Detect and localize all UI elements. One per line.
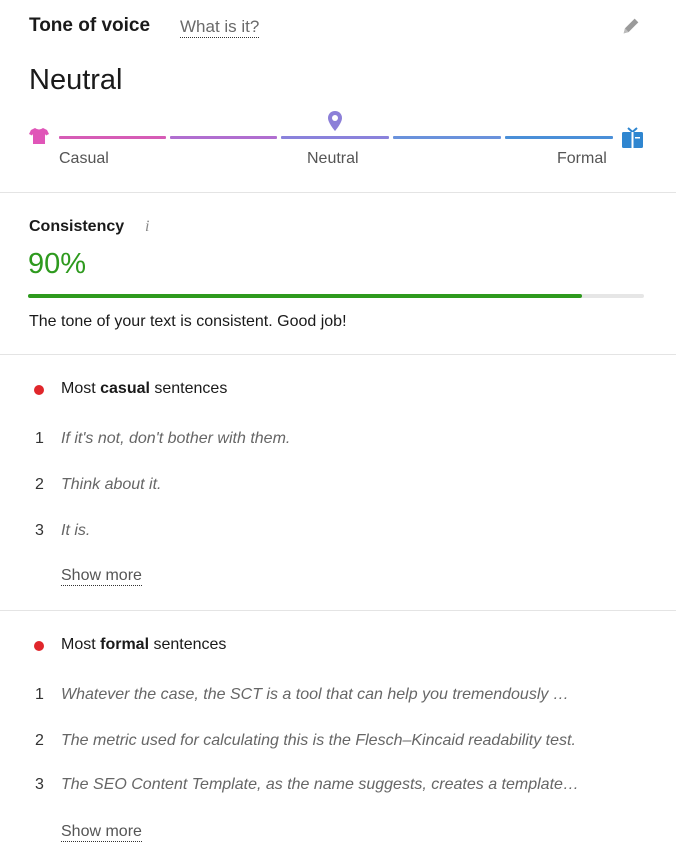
scale-segment-3: [281, 136, 389, 139]
casual-sentence[interactable]: It is.: [61, 522, 90, 540]
divider: [0, 354, 676, 355]
formal-indicator-dot: [34, 641, 44, 651]
scale-label-neutral: Neutral: [307, 150, 359, 167]
casual-sentence[interactable]: Think about it.: [61, 476, 162, 494]
consistency-progress-fill: [28, 294, 583, 298]
divider: [0, 610, 676, 611]
formal-item-number: 2: [35, 732, 44, 749]
pencil-icon[interactable]: [620, 15, 642, 37]
casual-indicator-dot: [34, 385, 44, 395]
consistency-message: The tone of your text is consistent. Goo…: [29, 313, 347, 330]
divider: [0, 192, 676, 193]
formal-item-number: 3: [35, 776, 44, 793]
location-pin-icon: [328, 111, 342, 131]
scale-segment-2: [170, 136, 277, 139]
what-is-it-link[interactable]: What is it?: [180, 17, 260, 38]
info-icon[interactable]: i: [145, 218, 149, 236]
formal-sentence[interactable]: The SEO Content Template, as the name su…: [61, 776, 579, 794]
casual-sentence[interactable]: If it's not, don't bother with them.: [61, 430, 290, 448]
casual-heading: Most casual sentences: [61, 380, 228, 397]
formal-sentence[interactable]: Whatever the case, the SCT is a tool tha…: [61, 686, 569, 704]
scale-segment-5: [505, 136, 613, 139]
casual-show-more-link[interactable]: Show more: [61, 566, 142, 586]
casual-shirt-icon: [29, 128, 49, 144]
formal-show-more-link[interactable]: Show more: [61, 822, 142, 842]
consistency-progress-bar: [28, 294, 644, 298]
scale-segment-1: [59, 136, 166, 139]
scale-segment-4: [393, 136, 501, 139]
formal-heading: Most formal sentences: [61, 636, 227, 653]
formal-sentence[interactable]: The metric used for calculating this is …: [61, 732, 576, 750]
tone-value: Neutral: [29, 64, 123, 96]
casual-item-number: 1: [35, 430, 44, 447]
consistency-value: 90%: [28, 248, 87, 280]
panel-title: Tone of voice: [29, 15, 151, 36]
casual-item-number: 3: [35, 522, 44, 539]
consistency-label: Consistency: [29, 218, 125, 235]
scale-label-formal: Formal: [557, 150, 607, 167]
formal-item-number: 1: [35, 686, 44, 703]
formal-suit-icon: [622, 127, 643, 148]
scale-label-casual: Casual: [59, 150, 109, 167]
casual-item-number: 2: [35, 476, 44, 493]
